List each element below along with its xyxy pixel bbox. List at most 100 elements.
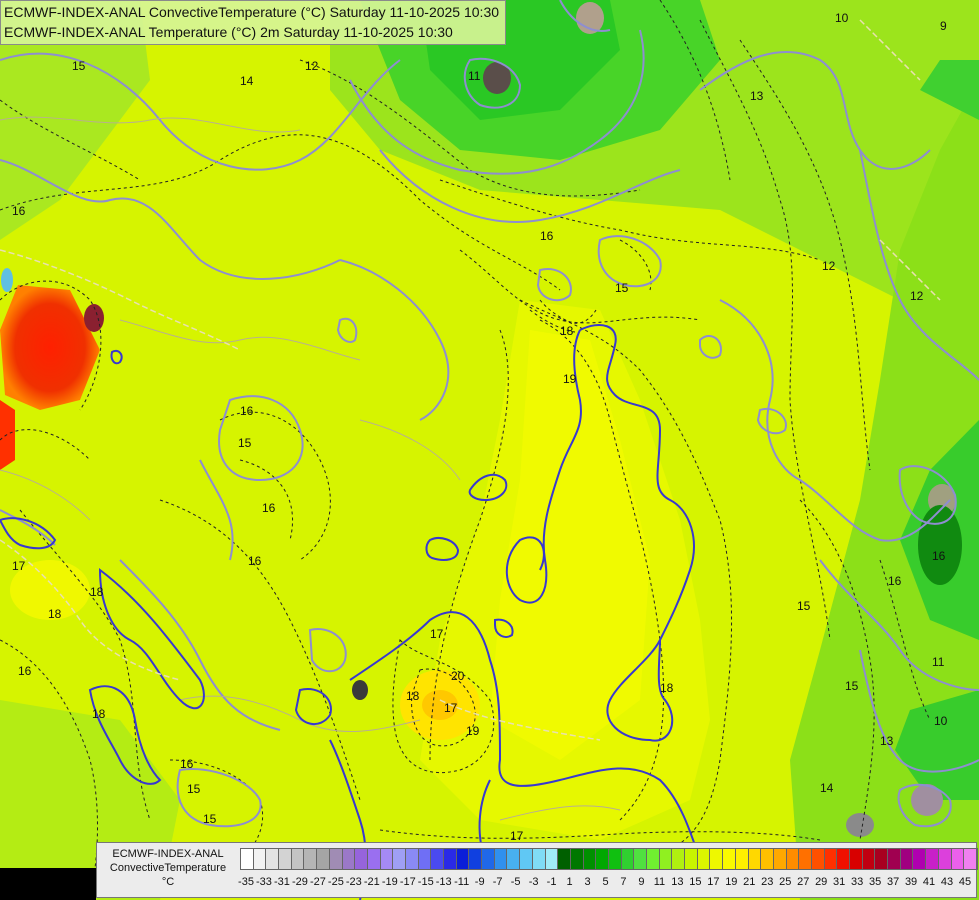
legend-swatch (672, 849, 686, 869)
legend-tick-label: 21 (743, 876, 756, 888)
contour-label: 19 (563, 372, 577, 386)
contour-label: 17 (444, 701, 458, 715)
contour-label: 16 (888, 574, 902, 588)
legend-swatch (913, 849, 927, 869)
contour-label: 20 (451, 669, 465, 683)
contour-label: 19 (466, 724, 480, 738)
legend-tick-label: 17 (707, 876, 720, 888)
legend-swatch (380, 849, 394, 869)
legend-swatch (583, 849, 597, 869)
contour-label: 10 (835, 11, 849, 25)
legend-swatch (291, 849, 305, 869)
title-line-2: ECMWF-INDEX-ANAL Temperature (°C) 2m Sat… (4, 24, 453, 40)
legend-swatch (900, 849, 914, 869)
contour-label: 16 (540, 229, 554, 243)
contour-label: 17 (12, 559, 26, 573)
legend-tick-label: 7 (620, 876, 627, 888)
contour-label: 15 (845, 679, 859, 693)
color-legend: ECMWF-INDEX-ANAL ConvectiveTemperature °… (96, 842, 978, 898)
legend-tick-label: -29 (291, 876, 308, 888)
contour-label: 12 (305, 59, 319, 73)
legend-swatch (494, 849, 508, 869)
contour-label: 17 (510, 829, 524, 843)
contour-label: 15 (797, 599, 811, 613)
contour-label: 16 (240, 404, 254, 418)
legend-tick-label: -5 (510, 876, 521, 888)
legend-swatch (355, 849, 368, 869)
legend-swatch (634, 849, 647, 869)
legend-swatch (570, 849, 584, 869)
legend-tick-label: 15 (689, 876, 702, 888)
legend-tick-label: -31 (273, 876, 290, 888)
legend-ticks: -35 -33 -31 -29 -27 -25 -23 -21 -19 -17 -15 -13 -11-… (238, 876, 978, 890)
legend-tick-label: 27 (797, 876, 810, 888)
legend-swatch (697, 849, 711, 869)
legend-swatch (964, 849, 977, 869)
legend-swatch (405, 849, 419, 869)
contour-label: 13 (880, 734, 894, 748)
legend-swatch (532, 849, 546, 869)
legend-tick-label: -33 (256, 876, 272, 888)
legend-swatch (444, 849, 457, 869)
legend-tick-label: 43 (940, 876, 954, 888)
legend-swatch (596, 849, 609, 869)
contour-label: 18 (560, 324, 574, 338)
contour-label: 18 (92, 707, 106, 721)
legend-swatch (875, 849, 889, 869)
contour-label: 16 (12, 204, 26, 218)
legend-swatch (926, 849, 939, 869)
legend-tick-label: 33 (851, 876, 864, 888)
legend-tick-label: -3 (528, 876, 539, 888)
contour-label: 15 (203, 812, 217, 826)
legend-tick-label: 31 (833, 876, 846, 888)
legend-swatch (735, 849, 749, 869)
legend-tick-label: 25 (779, 876, 792, 888)
contour-label: 18 (48, 607, 62, 621)
legend-swatch (304, 849, 318, 869)
contour-label: 9 (940, 19, 947, 33)
legend-tick-label: -19 (381, 876, 398, 888)
legend-tick-label: -11 (454, 876, 470, 888)
legend-swatch (469, 849, 483, 869)
legend-tick-label: 3 (584, 876, 591, 888)
weather-map: 15 1214 11109131616151819121216151617 16181… (0, 0, 979, 900)
legend-swatch (837, 849, 850, 869)
legend-tick-label: 9 (638, 876, 645, 888)
contour-label: 11 (468, 69, 481, 83)
legend-swatch (647, 849, 660, 869)
legend-swatch (482, 849, 495, 869)
legend-swatch (456, 849, 470, 869)
contour-label: 10 (934, 714, 948, 728)
legend-title-line2: ConvectiveTemperature (109, 862, 227, 874)
legend-swatch (659, 849, 673, 869)
legend-swatch (850, 849, 863, 869)
contour-label: 16 (180, 757, 194, 771)
contour-label: 15 (615, 281, 629, 295)
legend-tick-label: -17 (399, 876, 416, 888)
legend-tick-label: -1 (546, 876, 557, 888)
legend-swatch (507, 849, 521, 869)
contour-label: 16 (248, 554, 262, 568)
legend-tick-label: 37 (886, 876, 900, 888)
legend-swatch (545, 849, 559, 869)
contour-label: 17 (430, 627, 444, 641)
legend-title: ECMWF-INDEX-ANAL ConvectiveTemperature °… (101, 847, 235, 889)
legend-tick-label: 23 (761, 876, 774, 888)
hot-spot-edge (0, 400, 15, 470)
legend-tick-label: 5 (602, 876, 609, 888)
legend-swatch (558, 849, 571, 869)
legend-unit: °C (161, 876, 175, 888)
legend-title-line1: ECMWF-INDEX-ANAL (112, 848, 224, 860)
legend-swatch (621, 849, 635, 869)
legend-tick-label: 13 (671, 876, 684, 888)
legend-swatch (799, 849, 812, 869)
contour-label: 18 (406, 689, 420, 703)
legend-tick-label: 39 (904, 876, 918, 888)
legend-swatch (393, 849, 406, 869)
legend-swatch (786, 849, 800, 869)
legend-tick-label: 41 (922, 876, 936, 888)
legend-tick-label: 1 (566, 876, 573, 888)
legend-tick-label: -9 (474, 876, 485, 888)
legend-tick-label: -13 (435, 876, 452, 888)
contour-label: 16 (932, 549, 946, 563)
